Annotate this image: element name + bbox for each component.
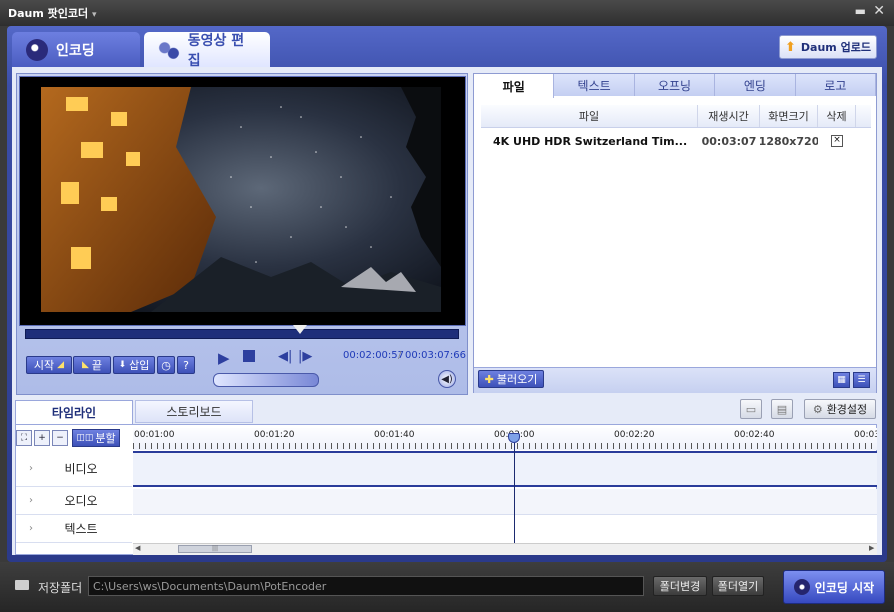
ruler-label: 00:02:40	[734, 430, 775, 440]
insert-button[interactable]: ⬇ 삽입	[113, 356, 155, 374]
settings-button[interactable]: ⚙ 환경설정	[804, 399, 876, 419]
load-button[interactable]: ✚ 불러오기	[478, 370, 544, 388]
seek-bar[interactable]	[25, 329, 459, 339]
scroll-thumb[interactable]: |||	[178, 545, 252, 553]
scroll-left-icon[interactable]: ◀	[135, 544, 140, 552]
video-lane[interactable]	[133, 451, 877, 487]
change-folder-button[interactable]: 폴더변경	[653, 576, 707, 596]
tab-encode[interactable]: 인코딩	[12, 32, 140, 68]
ruler-label: 00:01:20	[254, 430, 295, 440]
save-path-field[interactable]	[88, 576, 644, 596]
clock-button[interactable]: ◷	[157, 356, 175, 374]
folder-icon[interactable]: ▭	[740, 399, 762, 419]
time-separator: /	[398, 350, 402, 361]
mark-end-button[interactable]: ◣ 끝	[73, 356, 111, 374]
app-title[interactable]: Daum 팟인코더 ▾	[8, 5, 97, 21]
title-bar	[0, 0, 894, 26]
tab-file[interactable]: 파일	[474, 74, 555, 98]
start-encoding-button[interactable]: 인코딩 시작	[783, 570, 885, 604]
fit-icon[interactable]: ⛶	[16, 430, 32, 446]
scissors-film-icon	[158, 39, 180, 61]
help-button[interactable]: ?	[177, 356, 195, 374]
end-marker-icon: ◣	[81, 360, 89, 370]
tab-logo[interactable]: 로고	[795, 74, 877, 96]
speed-slider[interactable]	[213, 373, 319, 387]
timeline-toolbar: ⛶ + − ◫◫ 분할	[16, 428, 132, 448]
upload-arrow-icon: ⬆	[785, 39, 796, 55]
column-header-duration[interactable]: 재생시간	[698, 105, 760, 127]
tab-ending[interactable]: 엔딩	[715, 74, 796, 96]
file-name: 4K UHD HDR Switzerland Tim...	[493, 134, 688, 148]
column-header-size[interactable]: 화면크기	[760, 105, 818, 127]
tab-storyboard[interactable]: 스토리보드	[135, 400, 253, 423]
down-arrow-icon: ⬇	[118, 360, 127, 370]
open-folder-button[interactable]: 폴더열기	[712, 576, 764, 596]
track-audio[interactable]: › 오디오	[16, 487, 132, 515]
file-table-header: 파일 재생시간 화면크기 삭제	[481, 105, 871, 128]
playhead[interactable]	[514, 438, 515, 543]
panel-tabs: 파일 텍스트 오프닝 엔딩 로고	[474, 74, 877, 98]
help-icon: ?	[183, 358, 189, 372]
save-icon[interactable]: ▤	[771, 399, 793, 419]
tab-opening[interactable]: 오프닝	[634, 74, 716, 96]
split-button[interactable]: ◫◫ 분할	[72, 429, 120, 447]
volume-icon[interactable]: ◀)	[438, 370, 456, 388]
file-duration: 00:03:07	[701, 134, 757, 148]
text-lane[interactable]	[133, 515, 877, 543]
save-folder-label: 저장폴더	[38, 581, 83, 595]
film-reel-icon	[793, 579, 810, 595]
split-icon: ◫◫	[76, 433, 94, 443]
play-icon[interactable]: ▶	[218, 349, 230, 367]
grid-view-icon[interactable]: ▦	[833, 372, 850, 388]
chevron-right-icon: ›	[29, 495, 33, 506]
start-marker-icon: ◢	[57, 360, 65, 370]
ruler-label: 00:02:20	[614, 430, 655, 440]
audio-lane[interactable]	[133, 489, 877, 515]
gear-icon: ⚙	[812, 402, 823, 416]
mark-start-button[interactable]: 시작 ◢	[26, 356, 72, 374]
tab-text[interactable]: 텍스트	[554, 74, 635, 96]
minimize-icon[interactable]: ▬	[855, 4, 866, 18]
list-view-icon[interactable]: ☰	[853, 372, 870, 388]
ruler-ticks	[133, 443, 877, 449]
ruler-label: 00:01:00	[134, 430, 175, 440]
night-sky-scene	[41, 87, 441, 312]
scroll-right-icon[interactable]: ▶	[869, 544, 874, 552]
close-icon[interactable]: ✕	[873, 3, 885, 19]
video-frame	[41, 87, 441, 312]
zoom-out-icon[interactable]: −	[52, 430, 68, 446]
current-time: 00:02:00:57	[343, 350, 405, 361]
table-row[interactable]: 4K UHD HDR Switzerland Tim... 00:03:07 1…	[481, 131, 871, 151]
ruler-label: 00:03	[854, 430, 877, 440]
tab-video-edit[interactable]: 동영상 편집	[144, 32, 270, 69]
delete-icon[interactable]: ×	[831, 135, 843, 147]
column-header-delete[interactable]: 삭제	[818, 105, 856, 127]
previous-frame-icon[interactable]: ◀|	[278, 349, 292, 364]
file-resolution: 1280x720	[760, 134, 818, 148]
tab-encode-label: 인코딩	[56, 43, 95, 59]
seek-handle[interactable]	[293, 325, 307, 334]
zoom-in-icon[interactable]: +	[34, 430, 50, 446]
track-video[interactable]: › 비디오	[16, 451, 132, 487]
chevron-right-icon: ›	[29, 463, 33, 474]
clock-icon: ◷	[161, 358, 171, 372]
daum-upload-button[interactable]: ⬆ Daum 업로드	[779, 35, 877, 59]
tab-video-edit-label: 동영상 편집	[187, 33, 245, 69]
total-time: 00:03:07:66	[405, 350, 467, 361]
ruler-label: 00:01:40	[374, 430, 415, 440]
track-text[interactable]: › 텍스트	[16, 515, 132, 543]
column-header-file[interactable]: 파일	[481, 105, 698, 127]
chevron-right-icon: ›	[29, 523, 33, 534]
stop-icon[interactable]	[243, 350, 255, 362]
plus-icon: ✚	[484, 372, 494, 386]
film-reel-icon	[26, 39, 48, 61]
folder-icon	[15, 580, 29, 590]
tab-timeline[interactable]: 타임라인	[15, 400, 133, 424]
next-frame-icon[interactable]: |▶	[298, 349, 312, 364]
